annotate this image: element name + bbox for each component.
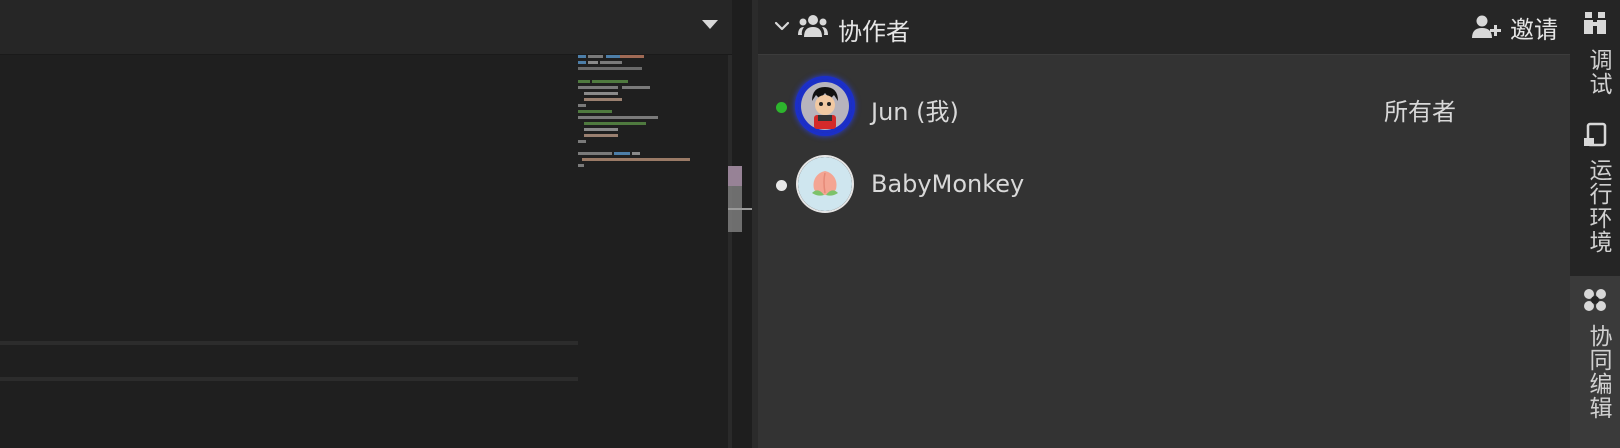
invite-button[interactable]: 邀请 [1472, 10, 1558, 44]
rail-label: 运行环境 [1585, 158, 1611, 254]
avatar [798, 157, 852, 211]
rail-label: 协同编辑 [1585, 324, 1611, 420]
rail-item-collab[interactable]: 协同编辑 [1570, 276, 1620, 448]
collaborator-row-jun[interactable]: Jun (我) 所有者 [758, 72, 1570, 142]
collaborators-header: 协作者 邀请 [758, 0, 1570, 55]
editor-tab-bar [0, 0, 732, 55]
minimap[interactable] [578, 55, 728, 175]
debug-icon [1584, 12, 1606, 34]
collab-icon [1584, 289, 1606, 311]
users-icon [798, 15, 828, 37]
collaborator-name: Jun (我) [871, 98, 959, 126]
editor-divider [0, 341, 578, 345]
rail-item-runtime[interactable]: 运行环境 [1570, 110, 1620, 276]
scrollbar-highlight [728, 166, 742, 186]
caret-down-icon[interactable] [702, 20, 718, 29]
rail-label: 调试 [1585, 48, 1611, 96]
collaborator-row-babymonkey[interactable]: BabyMonkey [758, 150, 1570, 220]
panel-title: 协作者 [838, 18, 910, 46]
chevron-down-icon[interactable] [772, 16, 792, 36]
collaborator-name: BabyMonkey [871, 170, 1025, 198]
editor-area [0, 0, 732, 448]
collaborators-panel: 协作者 邀请 Jun (我) 所有者 BabyMonkey [758, 0, 1570, 448]
side-activity-rail: 调试 运行环境 协同编辑 [1570, 0, 1620, 448]
collaborator-role: 所有者 [1384, 98, 1456, 126]
runtime-icon [1584, 122, 1607, 147]
offline-status-dot [776, 180, 787, 191]
invite-label: 邀请 [1510, 15, 1558, 44]
add-user-icon [1472, 15, 1501, 38]
editor-divider [0, 377, 578, 381]
rail-item-debug[interactable]: 调试 [1570, 0, 1620, 110]
avatar [798, 79, 852, 133]
scrollbar-track[interactable] [728, 55, 732, 448]
scrollbar-cursor-marker [728, 208, 752, 210]
online-status-dot [776, 102, 787, 113]
